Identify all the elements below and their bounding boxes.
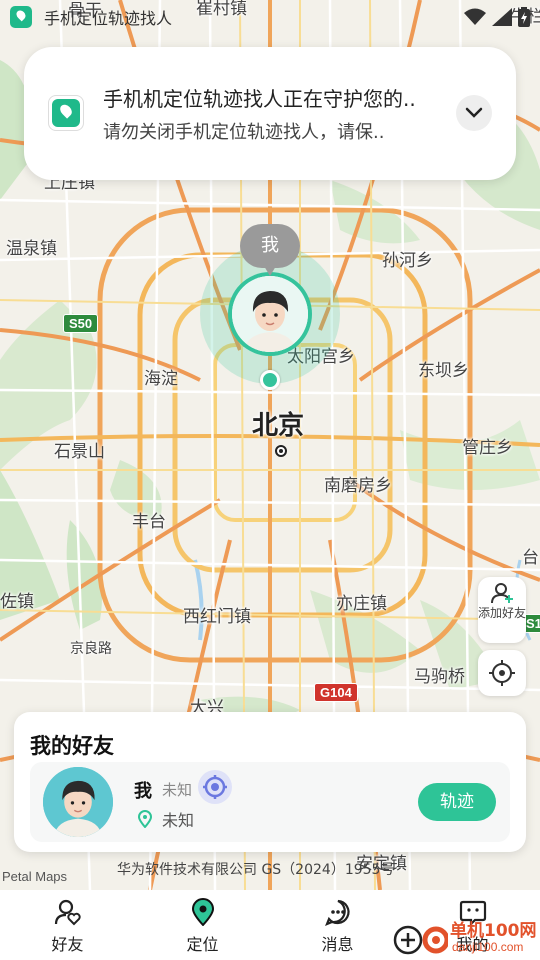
tab-messages[interactable]: 消息 <box>270 890 405 960</box>
road-shield: S50 <box>63 314 99 333</box>
app-logo-icon <box>10 6 32 28</box>
map-place: 管庄乡 <box>462 438 513 458</box>
battery-icon <box>518 7 530 27</box>
location-pin-icon <box>138 810 152 828</box>
friend-status: 未知 <box>162 781 193 799</box>
map-place: 马驹桥 <box>414 667 465 687</box>
notification-body: 请勿关闭手机定位轨迹找人，请保.. <box>103 122 385 143</box>
friends-card: 我的好友 我 未知 未知 轨迹 <box>14 712 526 852</box>
avatar-image <box>43 767 113 837</box>
avatar-image <box>232 276 308 352</box>
location-pin-icon <box>191 898 214 926</box>
friend-name: 我 <box>134 781 152 802</box>
map-place: 台 <box>522 548 539 568</box>
me-bubble: 我 <box>240 224 300 276</box>
map-place: 石景山 <box>54 442 105 462</box>
friend-location: 未知 <box>162 811 195 830</box>
status-app-title: 手机定位轨迹找人 <box>44 9 173 28</box>
map-place: 海淀 <box>144 369 178 389</box>
add-friend-label: 添加好友 <box>478 606 527 620</box>
watermark-url: danji100.com <box>452 940 524 954</box>
app-icon <box>48 95 84 131</box>
watermark-text: 单机100网 <box>450 921 537 941</box>
map-place: 温泉镇 <box>6 239 57 259</box>
location-dot <box>260 370 280 390</box>
add-friend-button[interactable]: 添加好友 <box>478 577 526 643</box>
tab-label: 好友 <box>51 935 84 954</box>
map-attribution: Petal Maps 华为软件技术有限公司 GS（2024）1955号 <box>0 856 540 890</box>
avatar <box>43 767 113 837</box>
track-button[interactable]: 轨迹 <box>418 783 496 821</box>
crosshair-icon <box>489 660 515 686</box>
chevron-down-icon <box>465 107 483 118</box>
map-license-text: 华为软件技术有限公司 GS（2024）1955号 <box>117 862 395 878</box>
tab-friends[interactable]: 好友 <box>0 890 135 960</box>
notification-title: 手机机定位轨迹找人正在守护您的.. <box>103 87 416 111</box>
target-icon[interactable] <box>198 770 232 804</box>
target-icon-glyph <box>203 775 227 799</box>
signal-icon <box>492 8 512 26</box>
map-place: 西红门镇 <box>183 607 251 627</box>
map-place: 丰台 <box>132 512 166 532</box>
locate-me-button[interactable] <box>478 650 526 696</box>
site-watermark: 单机100网 danji100.com <box>392 916 540 960</box>
watermark-logo-icon <box>393 925 450 955</box>
friends-icon <box>54 899 81 926</box>
notification-expand-button[interactable] <box>456 95 492 131</box>
notification-banner[interactable]: 手机机定位轨迹找人正在守护您的.. 请勿关闭手机定位轨迹找人，请保.. <box>24 47 516 180</box>
friend-list-item[interactable]: 我 未知 未知 轨迹 <box>30 762 510 842</box>
map-place: 佐镇 <box>0 592 34 612</box>
add-user-icon <box>491 583 513 604</box>
road-shield: G104 <box>314 683 358 702</box>
map-place-beijing: 北京 <box>252 411 305 441</box>
tab-location[interactable]: 定位 <box>135 890 270 960</box>
status-bar: 手机定位轨迹找人 <box>0 0 540 34</box>
map-place: 京良路 <box>70 641 112 657</box>
petal-maps-logo: Petal Maps <box>2 869 68 884</box>
map-place: 孙河乡 <box>382 251 433 271</box>
map-place: 南磨房乡 <box>324 476 392 496</box>
wifi-icon <box>464 8 486 25</box>
map-place: 亦庄镇 <box>336 594 387 614</box>
map-place: 东坝乡 <box>418 361 469 381</box>
user-location-marker[interactable]: 我 <box>200 222 340 392</box>
tab-label: 定位 <box>186 935 219 954</box>
tab-label: 消息 <box>321 935 354 954</box>
avatar <box>232 276 308 352</box>
friends-card-title: 我的好友 <box>30 734 114 758</box>
message-icon <box>324 899 350 926</box>
